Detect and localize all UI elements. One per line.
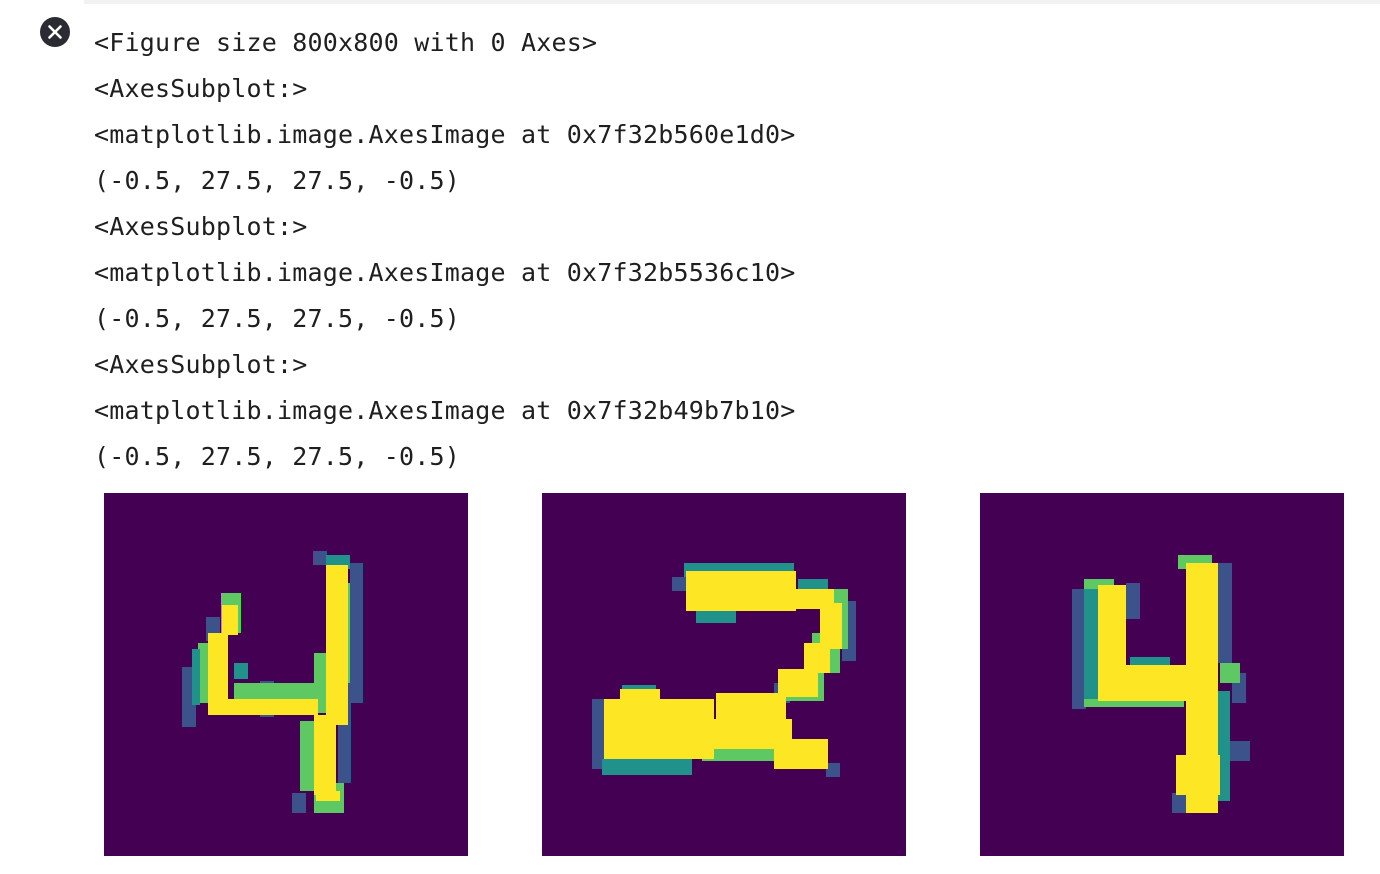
clear-output-button[interactable] — [39, 16, 71, 48]
output-line: <AxesSubplot:> — [94, 212, 308, 241]
cell-output-text: <Figure size 800x800 with 0 Axes> <AxesS… — [94, 20, 1374, 480]
figure-output — [0, 486, 1380, 874]
output-line: (-0.5, 27.5, 27.5, -0.5) — [94, 442, 461, 471]
output-line: <Figure size 800x800 with 0 Axes> — [94, 28, 598, 57]
subplot-2 — [542, 493, 906, 856]
subplot-1 — [104, 493, 468, 856]
digit-image-2 — [542, 493, 906, 856]
close-circle-icon — [40, 17, 70, 47]
subplot-3 — [980, 493, 1344, 856]
output-line: <matplotlib.image.AxesImage at 0x7f32b56… — [94, 120, 796, 149]
digit-image-3 — [980, 493, 1344, 856]
output-line: <AxesSubplot:> — [94, 74, 308, 103]
cell-top-border — [84, 0, 1380, 4]
output-line: <AxesSubplot:> — [94, 350, 308, 379]
output-line: <matplotlib.image.AxesImage at 0x7f32b49… — [94, 396, 796, 425]
output-line: (-0.5, 27.5, 27.5, -0.5) — [94, 304, 461, 333]
output-line: <matplotlib.image.AxesImage at 0x7f32b55… — [94, 258, 796, 287]
digit-image-1 — [104, 493, 468, 856]
output-line: (-0.5, 27.5, 27.5, -0.5) — [94, 166, 461, 195]
